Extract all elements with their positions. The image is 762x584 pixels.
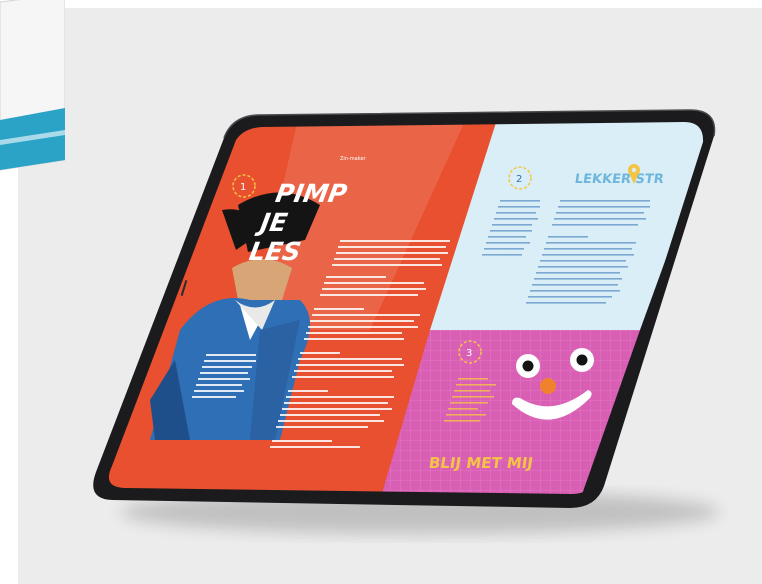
page1-number: 1 [240, 182, 246, 193]
page3-number: 3 [466, 348, 472, 359]
tablet-screen: 1 PIMP JE LES Zin-maker 2 LEKKER STR 3 B… [108, 122, 704, 494]
photo-scene: 1 PIMP JE LES Zin-maker 2 LEKKER STR 3 B… [0, 0, 762, 584]
page2-number: 2 [516, 174, 522, 185]
page1-title-line3: LES [247, 237, 303, 266]
tablet-scene: 1 PIMP JE LES Zin-maker 2 LEKKER STR 3 B… [93, 109, 720, 534]
page1-header-small: Zin-maker [340, 156, 367, 162]
page2-title: LEKKER STR [574, 172, 665, 187]
page3-title: BLIJ MET MIJ [428, 454, 535, 472]
page1-title-line1: PIMP [273, 179, 349, 208]
